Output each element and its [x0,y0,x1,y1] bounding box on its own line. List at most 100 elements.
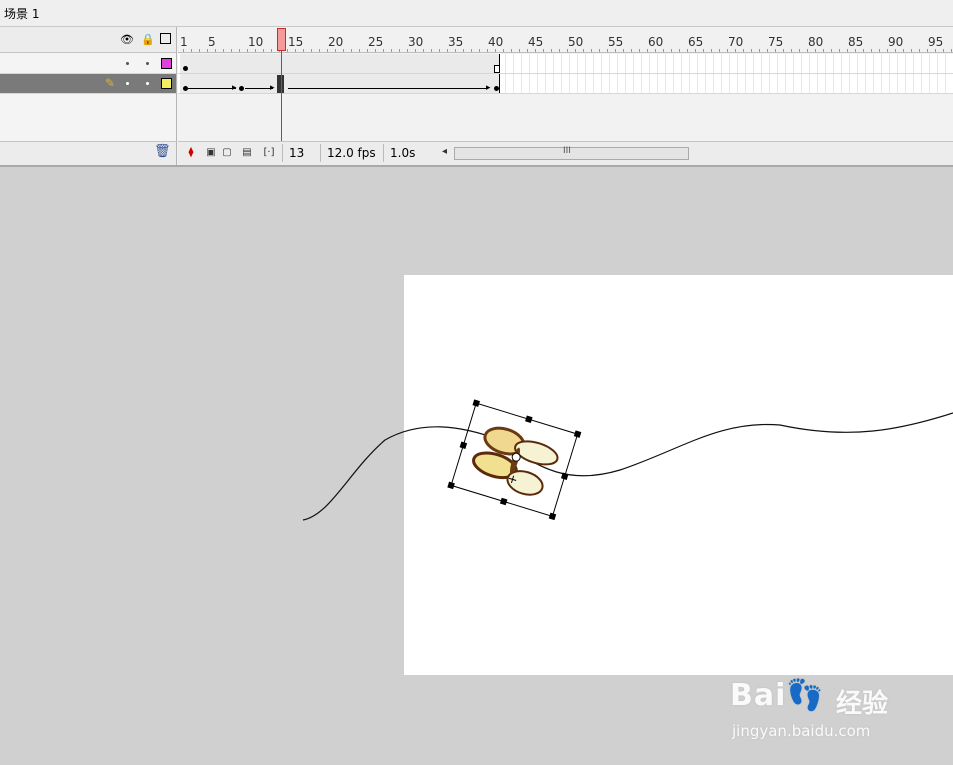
tween-arrow [288,88,488,89]
layer-row-butterfly[interactable]: ✎ [0,74,176,94]
visibility-dot[interactable] [126,82,129,85]
ruler-tick [255,49,256,52]
baidu-logo: Bai👣 [730,678,825,713]
ruler-tick [191,49,192,52]
ruler-tick [655,49,656,52]
ruler-label: 70 [728,35,744,49]
frame-ruler[interactable]: 1 5 10 15 20 25 30 35 40 45 50 55 60 65 70 75 80 85 90 95 [178,27,953,53]
layer-color-swatch[interactable] [161,58,172,69]
ruler-tick [447,49,448,52]
onion-skin-icon[interactable]: ▣ [204,146,218,160]
eye-icon[interactable]: 👁 [120,34,134,46]
current-frame: 13 [282,144,321,162]
ruler-tick [327,49,328,52]
keyframe[interactable] [239,86,244,91]
ruler-tick [871,49,872,52]
ruler-tick [263,49,264,52]
ruler-tick [311,49,312,52]
layer-toolbar [0,141,176,165]
ruler-tick [591,49,592,52]
ruler-label: 20 [328,35,344,49]
lock-dot[interactable] [146,62,149,65]
ruler-tick [287,49,288,52]
layer-row-guide[interactable] [0,54,176,74]
ruler-tick [271,49,272,52]
keyframe[interactable] [494,86,499,91]
scene-label[interactable]: 场景 1 [4,5,39,22]
ruler-tick [639,49,640,52]
ruler-tick [383,49,384,52]
ruler-tick [951,49,952,52]
layer-color-swatch[interactable] [161,78,172,89]
ruler-tick [807,49,808,52]
ruler-tick [559,49,560,52]
scroll-grip[interactable]: III [563,146,571,156]
edit-multiple-frames-icon[interactable]: ▤ [240,146,254,160]
frame-span[interactable] [180,54,500,73]
ruler-tick [367,49,368,52]
visibility-dot[interactable] [126,62,129,65]
ruler-tick [519,49,520,52]
ruler-tick [847,49,848,52]
ruler-tick [663,49,664,52]
ruler-tick [911,49,912,52]
ruler-tick [487,49,488,52]
ruler-tick [783,49,784,52]
ruler-tick [687,49,688,52]
timeline-panel: 👁 🔒 ✎ 🗑 1 5 10 15 20 25 30 35 40 45 50 55 60 65 70 75 80… [0,27,953,167]
ruler-tick [607,49,608,52]
ruler-tick [903,49,904,52]
ruler-tick [535,49,536,52]
ruler-label: 60 [648,35,664,49]
ruler-tick [551,49,552,52]
ruler-label: 1 [180,35,188,49]
lock-icon[interactable]: 🔒 [141,34,155,46]
frame-rate[interactable]: 12.0 fps [320,144,381,162]
ruler-tick [215,49,216,52]
ruler-tick [775,49,776,52]
ruler-tick [303,49,304,52]
ruler-tick [439,49,440,52]
ruler-tick [399,49,400,52]
ruler-tick [943,49,944,52]
ruler-tick [631,49,632,52]
lock-dot[interactable] [146,82,149,85]
frames-area: 1 5 10 15 20 25 30 35 40 45 50 55 60 65 70 75 80 85 90 95 ▸… [178,27,953,165]
onion-outline-icon[interactable]: ▢ [220,146,234,160]
ruler-tick [543,49,544,52]
ruler-tick [503,49,504,52]
trash-icon[interactable]: 🗑 [154,144,171,159]
elapsed-time: 1.0s [383,144,430,162]
end-frame[interactable] [494,65,500,73]
tween-span[interactable] [180,74,500,93]
ruler-tick [895,49,896,52]
scroll-left-icon[interactable]: ◂ [442,146,447,157]
modify-markers-icon[interactable]: [·] [262,146,276,160]
timeline-status-bar: ⧫ ▣ ▢ ▤ [·] 13 12.0 fps 1.0s ◂ III [178,141,953,165]
ruler-tick [791,49,792,52]
pencil-icon: ✎ [105,76,116,90]
ruler-tick [351,49,352,52]
ruler-tick [759,49,760,52]
ruler-tick [423,49,424,52]
playhead[interactable] [277,28,286,51]
ruler-tick [799,49,800,52]
keyframe[interactable] [183,66,188,71]
ruler-tick [455,49,456,52]
frame-row-butterfly[interactable]: ▸ ▸ ▸ [178,74,953,94]
ruler-tick [199,49,200,52]
stage-canvas[interactable] [404,275,953,675]
ruler-tick [511,49,512,52]
ruler-tick [927,49,928,52]
ruler-label: 40 [488,35,504,49]
ruler-tick [391,49,392,52]
center-frame-icon[interactable]: ⧫ [184,146,198,160]
frame-row-guide[interactable] [178,54,953,74]
ruler-tick [415,49,416,52]
timeline-scrollbar[interactable]: III [454,146,689,160]
ruler-tick [239,49,240,52]
outline-icon[interactable] [160,33,171,44]
ruler-tick [647,49,648,52]
ruler-label: 45 [528,35,544,49]
arrowhead-icon: ▸ [486,83,491,93]
